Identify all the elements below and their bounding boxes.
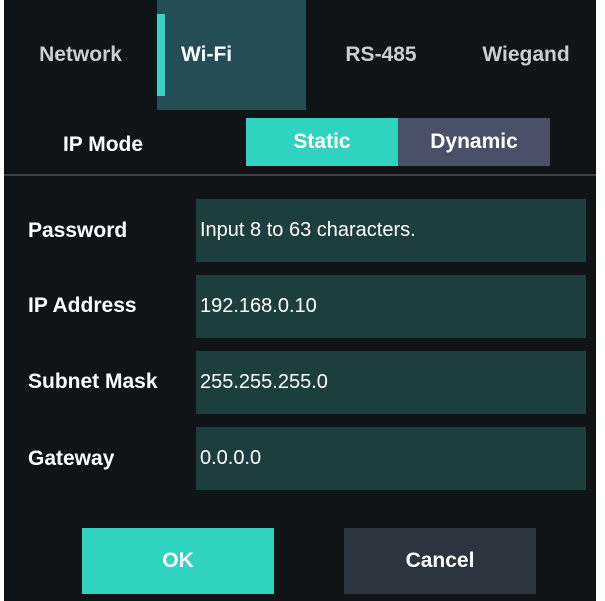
- password-field[interactable]: Input 8 to 63 characters.: [196, 199, 586, 262]
- tab-wiegand[interactable]: Wiegand: [456, 0, 596, 110]
- subnet-mask-field[interactable]: 255.255.255.0: [196, 351, 586, 414]
- tab-wiegand-label: Wiegand: [482, 43, 570, 66]
- ip-mode-label: IP Mode: [62, 133, 144, 156]
- ok-button[interactable]: OK: [82, 528, 274, 594]
- ip-address-field[interactable]: 192.168.0.10: [196, 275, 586, 338]
- tab-network[interactable]: Network: [4, 0, 157, 110]
- divider: [4, 174, 596, 176]
- ip-mode-dynamic-button[interactable]: Dynamic: [398, 118, 550, 166]
- tab-bar: Network Wi-Fi RS-485 Wiegand: [4, 0, 596, 110]
- tab-network-label: Network: [39, 43, 122, 66]
- tab-wifi[interactable]: Wi-Fi: [157, 0, 306, 110]
- tab-rs485[interactable]: RS-485: [306, 0, 456, 110]
- cancel-button[interactable]: Cancel: [344, 528, 536, 594]
- wifi-settings-panel: Network Wi-Fi RS-485 Wiegand IP Mode Sta…: [4, 0, 596, 601]
- gateway-field[interactable]: 0.0.0.0: [196, 427, 586, 490]
- subnet-mask-label: Subnet Mask: [28, 370, 158, 393]
- password-label: Password: [28, 219, 128, 242]
- ip-mode-static-button[interactable]: Static: [246, 118, 398, 166]
- tab-rs485-label: RS-485: [345, 43, 417, 66]
- active-tab-indicator: [157, 14, 165, 96]
- tab-wifi-label: Wi-Fi: [181, 43, 233, 66]
- gateway-label: Gateway: [28, 447, 115, 470]
- ip-address-label: IP Address: [28, 294, 137, 317]
